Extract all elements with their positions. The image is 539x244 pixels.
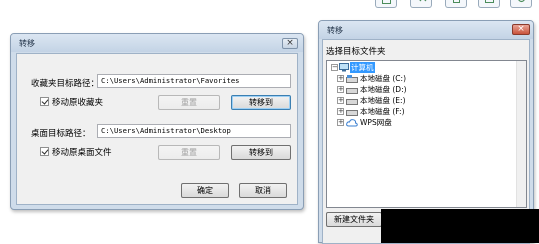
drive-icon [346,88,358,94]
drive-icon [346,110,358,116]
cancel-button[interactable]: 取消 [239,183,287,198]
reset-desktop-button[interactable]: 重置 [158,145,220,160]
home-icon [453,0,460,3]
toolbar-button-5[interactable] [510,0,532,8]
folder-tree[interactable]: − 计算机 + 本地磁盘 (C:) + 本地磁盘 (D:) + 本地磁盘 (E:… [326,60,527,208]
toolbar-button-1[interactable] [375,0,397,8]
gear-icon [518,0,525,3]
new-folder-button[interactable]: 新建文件夹 [326,212,382,227]
computer-icon [339,63,349,72]
tree-root-label: 计算机 [350,62,375,73]
picker-titlebar: 转移 × [319,21,533,39]
move-desktop-checkbox[interactable] [40,147,49,156]
collapse-icon: − [331,63,338,71]
tree-item-label: WPS网盘 [360,118,392,127]
desktop-path-label: 桌面目标路径： [31,129,91,139]
dialog-titlebar: 转移 × [11,34,303,52]
drive-icon [346,99,358,105]
expand-icon: + [337,118,344,126]
arrows-icon [419,0,427,2]
close-icon: × [517,24,525,34]
tree-item-label: 本地磁盘 (C:) [360,74,406,83]
expand-icon: + [337,85,344,93]
transfer-favorites-button[interactable]: 转移到 [231,95,291,110]
toolbar-button-3[interactable] [445,0,467,8]
transfer-desktop-button[interactable]: 转移到 [231,145,291,160]
picker-close-button[interactable]: × [512,24,530,35]
desktop-path-input[interactable]: C:\Users\Administrator\Desktop [97,124,291,138]
expand-icon: + [337,107,344,115]
expand-icon: + [337,96,344,104]
favorites-path-input[interactable]: C:\Users\Administrator\Favorites [97,74,291,88]
box-icon [485,0,494,3]
drive-icon [346,75,358,83]
tree-item-label: 本地磁盘 (F:) [360,107,405,116]
picker-title: 转移 [327,26,343,35]
move-desktop-label: 移动原桌面文件 [52,148,112,158]
close-button[interactable]: × [282,38,298,49]
picker-prompt: 选择目标文件夹 [326,47,386,57]
move-favorites-label: 移动原收藏夹 [52,98,104,108]
dialog-title: 转移 [19,39,35,48]
black-overlay [381,209,539,243]
move-favorites-checkbox[interactable] [40,97,49,106]
cloud-icon [346,119,358,127]
tree-item-label: 本地磁盘 (E:) [360,96,406,105]
reset-favorites-button[interactable]: 重置 [158,95,220,110]
toolbar-button-2[interactable] [410,0,432,8]
expand-icon: + [337,74,344,82]
tree-scrollbar[interactable] [516,61,526,207]
dialog-body: 收藏夹目标路径： C:\Users\Administrator\Favorite… [16,53,298,205]
document-icon [382,0,391,4]
ok-button[interactable]: 确定 [181,183,229,198]
toolbar-button-4[interactable] [478,0,500,8]
favorites-path-label: 收藏夹目标路径： [31,79,100,89]
transfer-dialog: 转移 × 收藏夹目标路径： C:\Users\Administrator\Fav… [10,33,304,210]
close-icon: × [286,38,294,48]
tree-item-label: 本地磁盘 (D:) [360,85,407,94]
